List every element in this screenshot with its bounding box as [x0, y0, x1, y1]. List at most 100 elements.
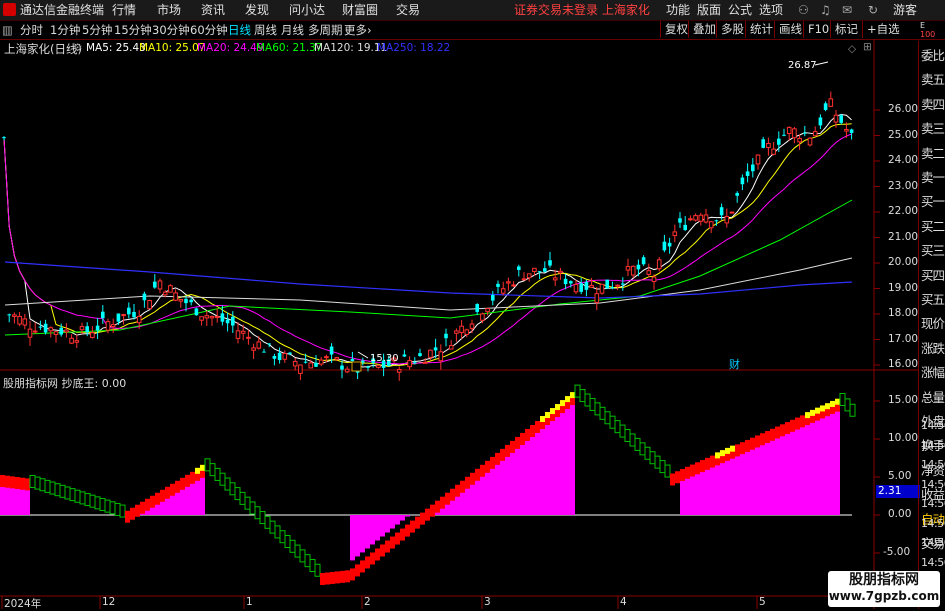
indicator-falling-bar [290, 540, 295, 552]
side-item[interactable]: 买五 [921, 289, 945, 311]
expand-icon[interactable]: ⊞ [863, 41, 872, 53]
tool-tongji[interactable]: 统计 [745, 21, 777, 38]
menu-jiaoyi[interactable]: 交易 [396, 2, 420, 18]
candle-up [13, 315, 17, 317]
guest-label[interactable]: 游客 [893, 2, 917, 18]
menu-wenxiaoda[interactable]: 问小达 [289, 2, 325, 18]
candle-up [345, 369, 349, 372]
tool-huaxian[interactable]: 画线 [774, 21, 806, 38]
indicator-red-bar [690, 465, 695, 477]
indicator-falling-bar [625, 430, 630, 442]
side-item[interactable]: 买二 [921, 216, 945, 238]
price-tick-label: 24.00 [888, 154, 918, 166]
side-item[interactable]: 卖五 [921, 69, 945, 91]
side-item[interactable]: 涨跌 [921, 338, 945, 360]
candle-up [169, 286, 173, 292]
indicator-tick-label: 10.00 [888, 432, 918, 444]
user-icon[interactable]: ⚇ [798, 2, 809, 18]
indicator-positive-bar [760, 443, 765, 515]
tool-zixuan[interactable]: +自选 [862, 21, 904, 38]
side-item[interactable]: 卖三 [921, 118, 945, 140]
mail-icon[interactable]: ✉ [842, 2, 852, 18]
indicator-positive-bar [510, 451, 515, 515]
indicator-red-bar [130, 508, 135, 520]
menu-gongneng[interactable]: 功能 [666, 2, 690, 18]
side-item[interactable]: 卖四 [921, 94, 945, 116]
side-item[interactable]: 委比 [921, 45, 945, 67]
menu-caifuquan[interactable]: 财富圈 [342, 2, 378, 18]
period-monthly[interactable]: 月线 [281, 23, 304, 37]
indicator-falling-bar [280, 531, 285, 543]
ma120-line [5, 258, 852, 310]
bell-icon[interactable]: ♫ [820, 2, 831, 18]
menu-shichang[interactable]: 市场 [157, 2, 181, 18]
indicator-red-bar [420, 513, 425, 525]
date-label: 5 [759, 596, 766, 608]
menu-gongshi[interactable]: 公式 [728, 2, 752, 18]
candle-up [787, 127, 791, 133]
ma250-label: MA250: 18.22 [377, 42, 450, 54]
indicator-yellow-bar [555, 404, 560, 410]
menu-banmian[interactable]: 版面 [697, 2, 721, 18]
indicator-positive-bar [565, 407, 570, 515]
menu-xuanxiang[interactable]: 选项 [759, 2, 783, 18]
side-item[interactable]: 涨幅 [921, 362, 945, 384]
menu-hangqing[interactable]: 行情 [112, 2, 136, 18]
side-item[interactable]: 总量 [921, 387, 945, 409]
indicator-positive-bar [830, 412, 835, 515]
candle-up [423, 362, 427, 363]
period-weekly[interactable]: 周线 [254, 23, 277, 37]
indicator-red-bar [405, 525, 410, 537]
side-item[interactable]: 买一 [921, 191, 945, 213]
candle-up [18, 316, 22, 324]
candle-down [819, 117, 823, 125]
tool-biaoji[interactable]: 标记 [830, 21, 862, 38]
period-daily[interactable]: 日线 [228, 23, 251, 37]
period-multi[interactable]: 多周期 [308, 23, 343, 37]
settings-icon[interactable]: ⚙ [73, 42, 82, 54]
stock-label: 上海家化(日线) [4, 41, 82, 57]
period-60min[interactable]: 60分钟 [190, 23, 228, 37]
refresh-icon[interactable]: ↻ [868, 2, 878, 18]
date-label: 2 [364, 596, 371, 608]
indicator-positive-bar [795, 428, 800, 515]
period-15min[interactable]: 15分钟 [114, 23, 152, 37]
side-item[interactable]: 卖二 [921, 143, 945, 165]
indicator-positive-bar [405, 515, 410, 517]
candle-up [793, 129, 797, 138]
indicator-positive-bar [15, 487, 20, 515]
tool-duogu[interactable]: 多股 [716, 21, 748, 38]
menu-faxian[interactable]: 发现 [245, 2, 269, 18]
period-toggle-icon[interactable]: ▥ [2, 23, 13, 37]
indicator-positive-bar [450, 499, 455, 515]
login-status[interactable]: 证券交易未登录 上海家化 [514, 2, 650, 18]
side-item[interactable]: 买四 [921, 265, 945, 287]
candle-up [429, 350, 433, 357]
side-item[interactable]: 卖一 [921, 167, 945, 189]
candle-up [798, 138, 802, 141]
indicator-falling-bar [60, 485, 65, 497]
menu-zixun[interactable]: 资讯 [201, 2, 225, 18]
candle-up [377, 365, 381, 367]
candle-down [491, 295, 495, 301]
side-item[interactable]: 买三 [921, 240, 945, 262]
period-more[interactable]: 更多 [344, 23, 367, 37]
candle-down [7, 314, 11, 315]
period-5min[interactable]: 5分钟 [82, 23, 112, 37]
indicator-positive-bar [825, 414, 830, 515]
candle-down [314, 363, 318, 367]
indicator-positive-bar [515, 447, 520, 515]
indicator-positive-bar [540, 427, 545, 515]
indicator-positive-bar [170, 494, 175, 515]
period-30min[interactable]: 30分钟 [152, 23, 190, 37]
side-item[interactable]: 现价 [921, 313, 945, 335]
indicator-red-bar [775, 427, 780, 439]
candle-down [543, 268, 547, 272]
period-fenshi[interactable]: 分时 [20, 23, 43, 37]
kline-chart[interactable]: 26.8715.30财 [0, 39, 918, 609]
tool-f10[interactable]: F10 [803, 21, 833, 38]
diamond-icon[interactable]: ◇ [848, 43, 856, 55]
period-1min[interactable]: 1分钟 [50, 23, 80, 37]
indicator-red-bar [430, 505, 435, 517]
chevron-right-icon[interactable]: › [367, 23, 372, 37]
